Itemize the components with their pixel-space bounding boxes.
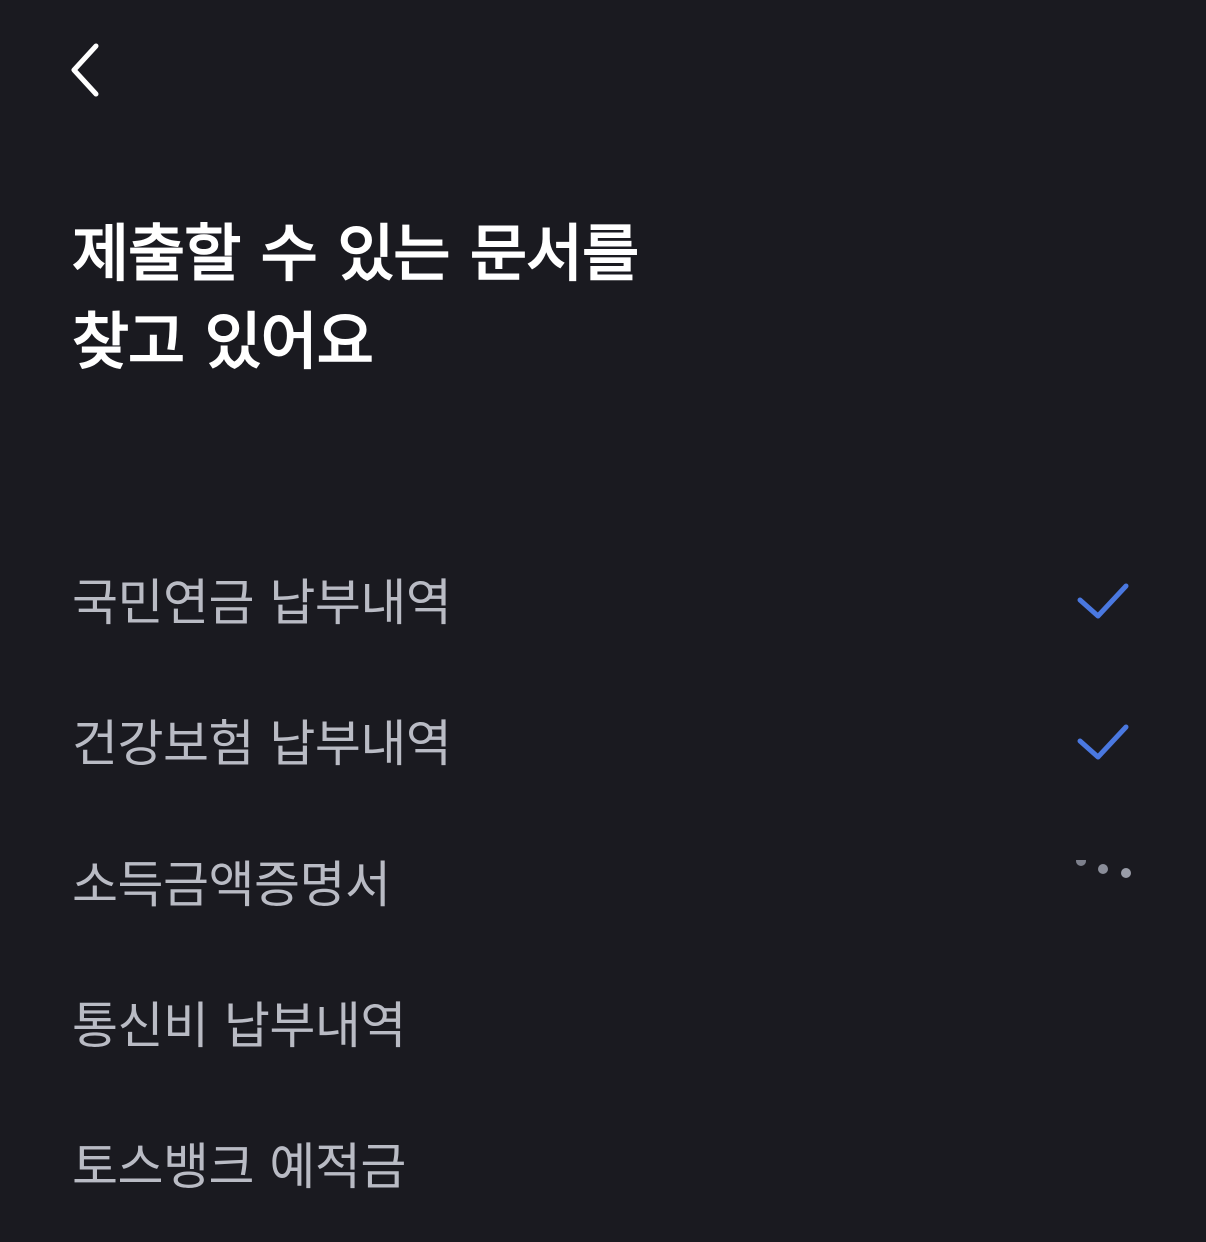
list-item: 토스뱅크 예적금 [0, 1094, 1206, 1235]
list-item: 소득금액증명서 [0, 812, 1206, 953]
back-button[interactable] [56, 30, 116, 110]
chevron-left-icon [71, 43, 99, 97]
document-label: 국민연금 납부내역 [72, 574, 452, 632]
page-title: 제출할 수 있는 문서를 찾고 있어요 [72, 210, 1072, 386]
loading-dots-icon [1076, 860, 1131, 878]
status-indicator [1070, 578, 1136, 628]
page-title-line-1: 제출할 수 있는 문서를 [72, 217, 639, 290]
checkmark-icon [1077, 583, 1129, 619]
checkmark-icon [1077, 724, 1129, 760]
list-item: 통신비 납부내역 [0, 953, 1206, 1094]
document-list: 국민연금 납부내역 건강보험 납부내역 소득금액증명서 통신비 납부내역 토스뱅… [0, 530, 1206, 1235]
status-indicator [1070, 719, 1136, 769]
list-item: 건강보험 납부내역 [0, 671, 1206, 812]
document-label: 소득금액증명서 [72, 856, 391, 914]
document-label: 통신비 납부내역 [72, 997, 406, 1055]
page-title-line-2: 찾고 있어요 [72, 305, 374, 378]
list-item: 국민연금 납부내역 [0, 530, 1206, 671]
document-label: 건강보험 납부내역 [72, 715, 452, 773]
status-indicator [1070, 860, 1136, 910]
document-label: 토스뱅크 예적금 [72, 1138, 406, 1196]
